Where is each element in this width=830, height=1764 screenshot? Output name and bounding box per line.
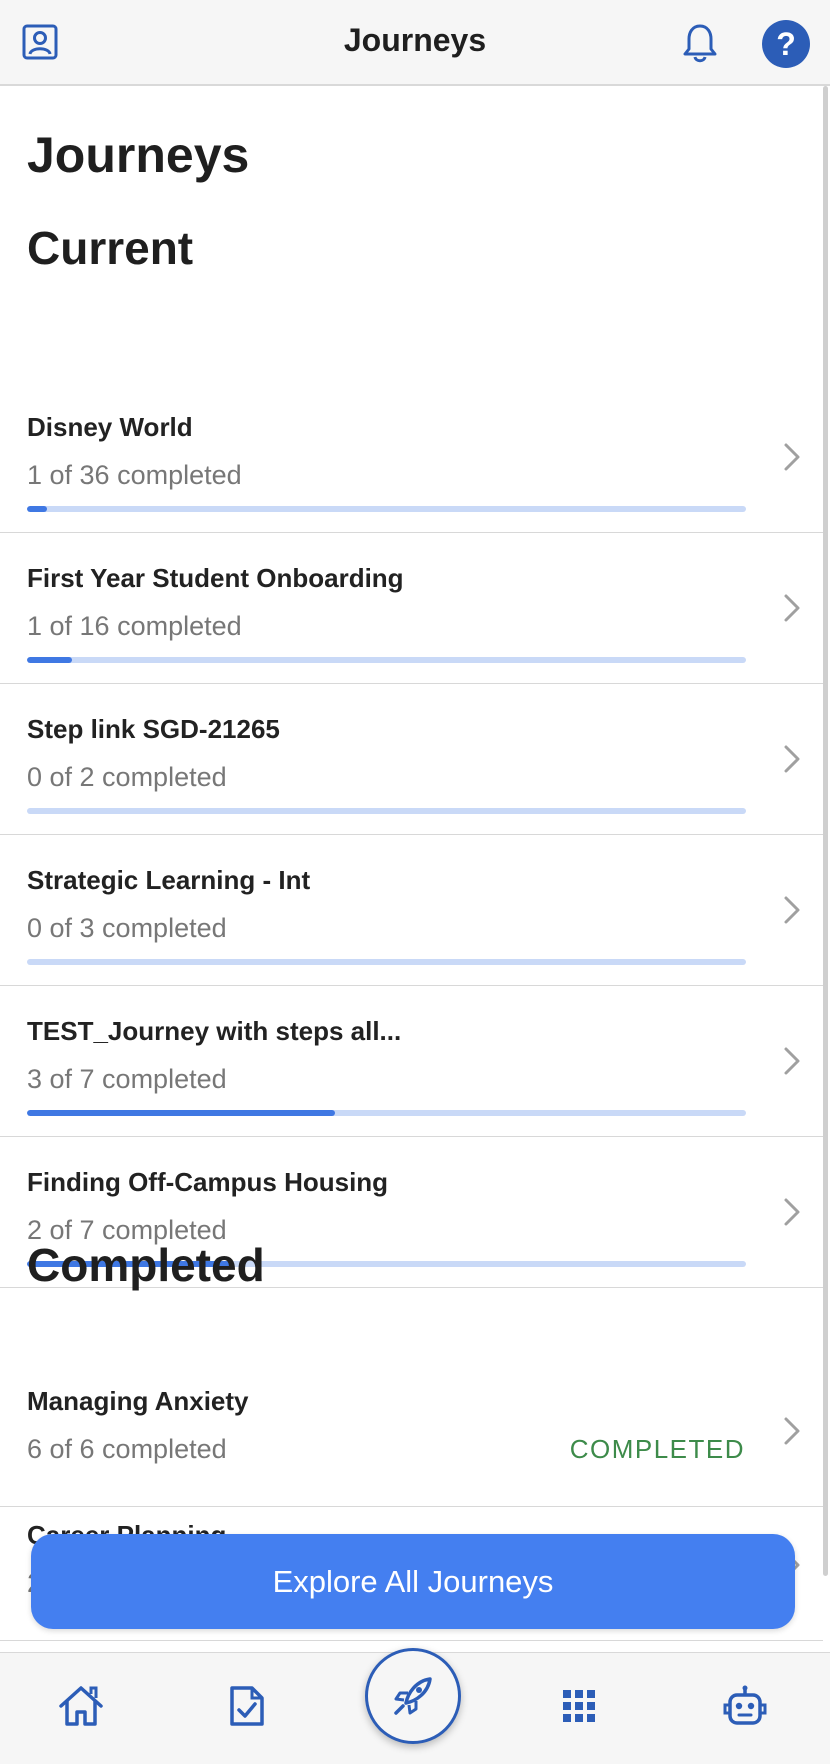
scrollbar[interactable]: [823, 86, 828, 1576]
journey-row[interactable]: First Year Student Onboarding 1 of 16 com…: [0, 533, 823, 684]
bell-icon[interactable]: [680, 20, 720, 66]
chevron-right-icon: [782, 1197, 802, 1227]
progress-bar-track: [27, 657, 746, 663]
explore-all-journeys-button[interactable]: Explore All Journeys: [31, 1534, 795, 1629]
apps-grid-icon[interactable]: [550, 1677, 608, 1735]
journey-progress-text: 0 of 3 completed: [27, 913, 227, 943]
journey-name: Step link SGD-21265: [27, 714, 280, 744]
progress-bar-fill: [27, 657, 72, 663]
chevron-right-icon: [782, 744, 802, 774]
journey-progress-text: 1 of 36 completed: [27, 460, 242, 490]
journey-row[interactable]: TEST_Journey with steps all... 3 of 7 com…: [0, 986, 823, 1137]
progress-bar-track: [27, 808, 746, 814]
progress-bar-track: [27, 506, 746, 512]
help-icon[interactable]: ?: [762, 20, 810, 68]
journey-row[interactable]: Strategic Learning - Int 0 of 3 completed: [0, 835, 823, 986]
completed-journey-row[interactable]: Managing Anxiety 6 of 6 completed COMPLETE…: [0, 1356, 823, 1507]
tasks-icon[interactable]: [218, 1677, 276, 1735]
journey-row[interactable]: Step link SGD-21265 0 of 2 completed: [0, 684, 823, 835]
journey-name: TEST_Journey with steps all...: [27, 1016, 402, 1046]
journey-progress-text: 1 of 16 completed: [27, 611, 242, 641]
journey-name: Managing Anxiety: [27, 1386, 249, 1416]
chevron-right-icon: [782, 1046, 802, 1076]
journey-name: Finding Off-Campus Housing: [27, 1167, 389, 1197]
completed-status-label: COMPLETED: [569, 1434, 745, 1464]
chevron-right-icon: [782, 593, 802, 623]
progress-bar-track: [27, 1110, 746, 1116]
journey-name: Disney World: [27, 412, 193, 442]
journey-name: First Year Student Onboarding: [27, 563, 404, 593]
journey-progress-text: 6 of 6 completed: [27, 1434, 227, 1464]
top-app-bar: Journeys ?: [0, 0, 830, 86]
journey-name: Strategic Learning - Int: [27, 865, 311, 895]
journeys-rocket-icon[interactable]: [365, 1648, 461, 1744]
section-heading-completed: Completed: [27, 1239, 265, 1291]
chevron-right-icon: [782, 1416, 802, 1446]
progress-bar-fill: [27, 506, 48, 512]
explore-button-label: Explore All Journeys: [272, 1563, 554, 1599]
page-title: Journeys: [27, 127, 250, 183]
journey-progress-text: 3 of 7 completed: [27, 1064, 227, 1094]
progress-bar-fill: [27, 1110, 336, 1116]
chevron-right-icon: [782, 442, 802, 472]
help-glyph: ?: [776, 26, 796, 62]
journey-row[interactable]: Disney World 1 of 36 completed: [0, 382, 823, 533]
home-icon[interactable]: [52, 1677, 110, 1735]
bottom-navigation: [0, 1648, 830, 1764]
chevron-right-icon: [782, 895, 802, 925]
journey-progress-text: 0 of 2 completed: [27, 762, 227, 792]
chatbot-icon[interactable]: [716, 1677, 774, 1735]
section-heading-current: Current: [27, 222, 194, 274]
progress-bar-track: [27, 959, 746, 965]
journeys-content: Journeys Current Disney World 1 of 36 com…: [0, 88, 823, 1652]
